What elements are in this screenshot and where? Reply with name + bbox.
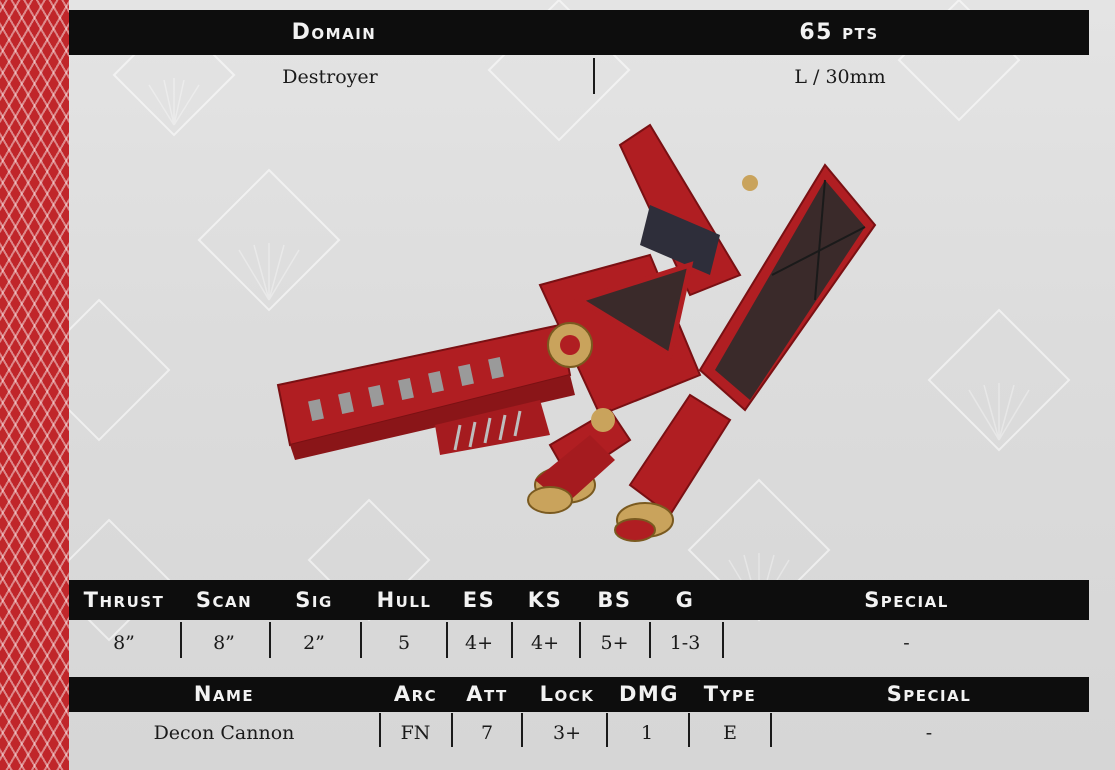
weapon-divider [521, 713, 523, 747]
stat-header-es: ES [462, 588, 496, 612]
weapon-divider [379, 713, 381, 747]
weapon-divider [770, 713, 772, 747]
stat-value-special: - [903, 632, 910, 654]
stat-value-hull: 5 [397, 632, 411, 654]
weapon-att: 7 [480, 722, 494, 744]
decorative-red-border [0, 0, 69, 770]
stat-header-thrust: Thrust [83, 588, 165, 612]
weapon-header-lock: Lock [539, 682, 595, 706]
domain-label: Domain [291, 20, 377, 45]
weapon-header-special: Special [886, 682, 972, 706]
stat-divider [649, 622, 651, 658]
base-value: L / 30mm [794, 66, 886, 88]
stat-divider [446, 622, 448, 658]
stat-divider [579, 622, 581, 658]
weapon-header-name: Name [193, 682, 255, 706]
stat-value-g: 1-3 [669, 632, 701, 654]
stat-divider [511, 622, 513, 658]
weapons-header-bar: Name Arc Att Lock DMG Type Special [69, 677, 1089, 712]
weapon-special: - [925, 722, 933, 744]
starship-miniature-image [276, 123, 877, 542]
weapon-header-type: Type [703, 682, 757, 706]
stat-header-bs: BS [597, 588, 632, 612]
weapon-divider [688, 713, 690, 747]
weapon-dmg: 1 [640, 722, 654, 744]
stat-value-thrust: 8” [113, 632, 135, 654]
weapon-divider [606, 713, 608, 747]
stat-header-special: Special [864, 588, 949, 612]
stats-header-bar: Thrust Scan Sig Hull ES KS BS G Special [69, 580, 1089, 620]
weapon-type: E [723, 722, 737, 744]
stat-divider [180, 622, 182, 658]
stat-header-hull: Hull [376, 588, 432, 612]
weapon-divider [451, 713, 453, 747]
stat-header-scan: Scan [195, 588, 253, 612]
stat-value-es: 4+ [464, 632, 493, 654]
class-value: Destroyer [282, 66, 378, 88]
stat-divider [722, 622, 724, 658]
stat-value-bs: 5+ [600, 632, 629, 654]
header-divider [593, 58, 595, 94]
stat-value-ks: 4+ [530, 632, 559, 654]
points-label: 65 pts [799, 20, 879, 45]
weapon-header-dmg: DMG [618, 682, 680, 706]
stat-header-ks: KS [527, 588, 563, 612]
weapon-header-arc: Arc [393, 682, 438, 706]
stat-value-sig: 2” [303, 632, 325, 654]
weapon-lock: 3+ [552, 722, 581, 744]
weapon-arc: FN [400, 722, 431, 744]
stat-value-scan: 8” [213, 632, 235, 654]
weapon-header-att: Att [466, 682, 508, 706]
stat-header-sig: Sig [295, 588, 333, 612]
stat-divider [269, 622, 271, 658]
stat-header-g: G [675, 588, 695, 612]
header-bar: Domain 65 pts [69, 10, 1089, 55]
stat-divider [360, 622, 362, 658]
weapon-name: Decon Cannon [153, 722, 295, 744]
